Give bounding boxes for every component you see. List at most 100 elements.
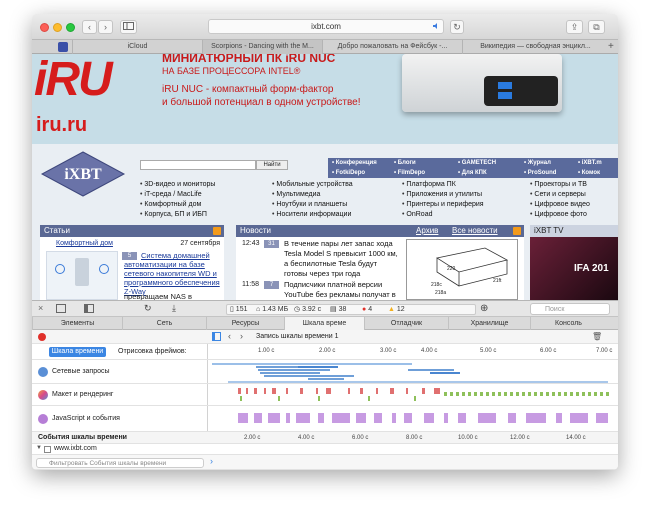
apple-favorite-icon[interactable] (38, 42, 48, 52)
news-title[interactable]: Новости (240, 226, 271, 235)
menu-item[interactable]: Мультимедиа (272, 190, 353, 200)
audio-icon[interactable] (432, 22, 440, 30)
tab-network[interactable]: Сеть (122, 317, 206, 330)
ixbt-logo[interactable]: iXBT (38, 150, 128, 198)
close-inspector-icon[interactable]: × (38, 303, 43, 313)
articles-title[interactable]: Статьи (44, 226, 70, 235)
sidebar-toggle-icon[interactable] (212, 332, 221, 341)
warnings-count[interactable]: ▲ 12 (388, 304, 405, 315)
tab-storage[interactable]: Хранилище (448, 317, 530, 330)
news-time: 12:43 (242, 240, 260, 247)
link-blogs[interactable]: • Блоги (394, 158, 416, 168)
inspector-search-input[interactable]: Поиск (530, 303, 610, 315)
share-icon[interactable]: ⇪ (566, 20, 583, 34)
nav-forward-icon[interactable]: › (240, 331, 243, 341)
link-kpk[interactable]: • Для КПК (458, 168, 487, 178)
tab-debugger[interactable]: Отладчик (364, 317, 448, 330)
menu-item[interactable]: Цифровое видео (530, 200, 590, 210)
layout-lane[interactable]: Макет и рендеринг (32, 384, 618, 406)
tabs-overview-icon[interactable]: ⧉ (588, 20, 605, 34)
disclosure-triangle-icon[interactable]: ▼ (36, 445, 42, 451)
menu-item[interactable]: Платформа ПК (402, 180, 484, 190)
news-archive-link[interactable]: Архив (416, 225, 438, 237)
news-headline[interactable]: В течение пары лет запас хода Tesla Mode… (284, 239, 402, 279)
frames-mode-label[interactable]: Отрисовка фреймов: (118, 348, 187, 355)
menu-item[interactable]: Корпуса, БП и ИБП (140, 210, 215, 220)
reload-page-icon[interactable]: ↻ (144, 303, 152, 314)
tab-wikipedia[interactable]: Википедия — свободная энцикл... (462, 40, 608, 54)
news-headline[interactable]: Подписчики платной версии YouTube без ре… (284, 280, 402, 300)
article-headline[interactable]: Система домашней автоматизации на базе с… (124, 251, 222, 296)
menu-item[interactable]: iT-среда / MacLife (140, 190, 215, 200)
nav-back-icon[interactable]: ‹ (228, 331, 231, 341)
recording-title[interactable]: Запись шкалы времени 1 (256, 333, 339, 340)
crosshair-icon[interactable]: ⊕ (480, 303, 488, 314)
tree-item-label[interactable]: www.ixbt.com (54, 445, 97, 452)
trash-icon[interactable]: 🗑 (592, 332, 602, 341)
link-filmdepo[interactable]: • FilmDepo (394, 168, 425, 178)
patent-figure[interactable]: 220 21ft 218c 218a (406, 239, 518, 300)
timeline-mode-button[interactable]: Шкала времени (49, 347, 106, 357)
tab-timeline[interactable]: Шкала време (284, 317, 364, 330)
link-prosound[interactable]: • ProSound (524, 168, 556, 178)
menu-item[interactable]: OnRoad (402, 210, 484, 220)
record-button[interactable] (38, 333, 46, 341)
tab-resources[interactable]: Ресурсы (206, 317, 284, 330)
address-bar[interactable]: ixbt.com (208, 19, 444, 34)
ixbt-tv-video[interactable]: IFA 201 (530, 237, 618, 300)
tab-console[interactable]: Консоль (530, 317, 606, 330)
link-journal[interactable]: • Журнал (524, 158, 551, 168)
dock-icon[interactable] (56, 304, 66, 313)
menu-item[interactable]: Комфортный дом (140, 200, 215, 210)
expand-icon[interactable]: › (210, 456, 213, 466)
back-button[interactable]: ‹ (82, 20, 97, 34)
tab-elements[interactable]: Элементы (32, 317, 122, 330)
reload-icon[interactable]: ↻ (450, 20, 464, 34)
rss-icon[interactable] (213, 227, 221, 235)
load-time[interactable]: ◷ 3.92 с (294, 304, 321, 315)
figure-label: 218c (431, 282, 442, 288)
menu-item[interactable]: Ноутбуки и планшеты (272, 200, 353, 210)
tab-facebook[interactable]: Добро пожаловать на Фейсбук -... (322, 40, 462, 54)
site-search-button[interactable]: Найти (256, 160, 288, 170)
news-all-link[interactable]: Все новости (452, 225, 498, 237)
minimize-window-button[interactable] (53, 23, 62, 32)
site-search-input[interactable] (140, 160, 256, 170)
ixbt-tv-title[interactable]: iXBT TV (534, 226, 564, 235)
menu-item[interactable]: 3D-видео и мониторы (140, 180, 215, 190)
menu-item[interactable]: Приложения и утилиты (402, 190, 484, 200)
errors-count[interactable]: ● 4 (362, 304, 372, 315)
menu-item[interactable]: Сети и серверы (530, 190, 590, 200)
timeline-filter-input[interactable]: Фильтровать События шкалы времени (36, 458, 204, 468)
menu-item[interactable]: Носители информации (272, 210, 353, 220)
events-tree-row[interactable]: ▼ www.ixbt.com (32, 444, 618, 455)
link-ixbt-m[interactable]: • iXBT.m (578, 158, 602, 168)
sidebar-icon[interactable] (120, 20, 137, 34)
ad-banner[interactable]: iRU iru.ru МИНИАТЮРНЫЙ ПК iRU NUC НА БАЗ… (32, 54, 618, 144)
tab-scorpions[interactable]: Scorpions - Dancing with the M... (202, 40, 322, 54)
logs-count[interactable]: ▤ 38 (330, 304, 346, 315)
menu-item[interactable]: Мобильные устройства (272, 180, 352, 190)
new-tab-button[interactable]: + (608, 40, 618, 54)
article-category[interactable]: Комфортный дом (56, 240, 113, 247)
zoom-window-button[interactable] (66, 23, 75, 32)
ixbt-favorite-icon[interactable] (58, 42, 68, 52)
link-gametech[interactable]: • GAMETECH (458, 158, 496, 168)
link-conference[interactable]: • Конференция (332, 158, 377, 168)
menu-item[interactable]: Цифровое фото (530, 210, 590, 220)
tab-icloud[interactable]: iCloud (72, 40, 202, 54)
page-size[interactable]: ⌂ 1.43 МБ (256, 304, 288, 315)
split-icon[interactable] (84, 304, 94, 313)
javascript-lane[interactable]: JavaScript и события (32, 406, 618, 432)
rss-icon[interactable] (513, 227, 521, 235)
network-lane[interactable]: Сетевые запросы (32, 360, 618, 384)
link-fotkidepo[interactable]: • FotkiDepo (332, 168, 365, 178)
article-image[interactable] (46, 251, 118, 300)
resources-count[interactable]: ▯ 151 (230, 304, 247, 315)
link-komok[interactable]: • Комок (578, 168, 600, 178)
menu-item[interactable]: Проекторы и ТВ (530, 180, 590, 190)
download-icon[interactable]: ⤓ (172, 303, 176, 314)
forward-button[interactable]: › (98, 20, 113, 34)
close-window-button[interactable] (40, 23, 49, 32)
menu-item[interactable]: Принтеры и периферия (402, 200, 483, 210)
